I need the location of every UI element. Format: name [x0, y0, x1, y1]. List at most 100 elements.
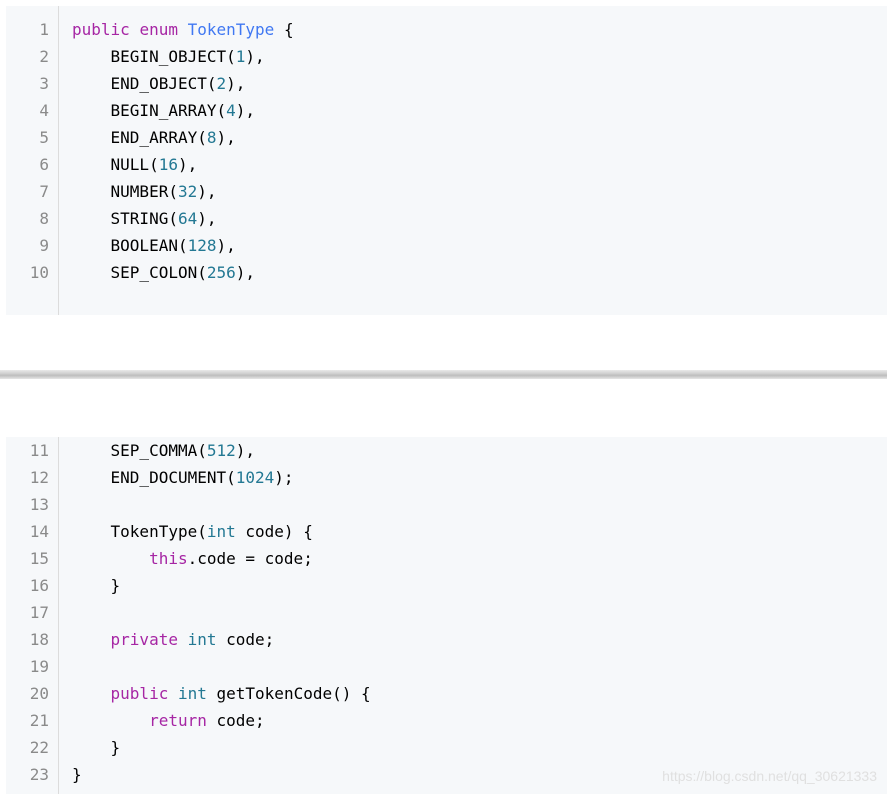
code-token: END_OBJECT(	[110, 74, 217, 93]
line-number: 1	[39, 20, 49, 39]
code-token: code;	[206, 711, 265, 730]
code-token: }	[110, 738, 121, 757]
code-token: END_ARRAY(	[110, 128, 207, 147]
code-line: 9 BOOLEAN(128),	[6, 232, 887, 259]
code-line: 8 STRING(64),	[6, 205, 887, 232]
code-text: END_DOCUMENT(1024);	[72, 464, 294, 491]
code-token: ),	[235, 263, 256, 282]
code-text: END_ARRAY(8),	[72, 124, 236, 151]
code-text: }	[72, 761, 82, 788]
code-line: 15 this.code = code;	[6, 545, 887, 572]
line-number: 11	[29, 441, 49, 460]
watermark: https://blog.csdn.net/qq_30621333	[662, 768, 877, 784]
code-token: ),	[226, 74, 246, 93]
code-text: BOOLEAN(128),	[72, 232, 236, 259]
code-line: 13	[6, 491, 887, 518]
code-token: int	[187, 630, 217, 649]
line-number: 16	[29, 576, 49, 595]
code-block-1: 1 public enum TokenType {2 BEGIN_OBJECT(1…	[6, 6, 887, 315]
code-token: STRING(	[110, 209, 178, 228]
code-text: SEP_COMMA(512),	[72, 437, 256, 464]
code-token: return	[149, 711, 207, 730]
line-number: 10	[29, 263, 49, 282]
code-token: 8	[206, 128, 217, 147]
code-token: 1	[235, 47, 246, 66]
code-text: }	[72, 734, 121, 761]
code-token: public	[110, 684, 169, 703]
line-number: 19	[29, 657, 49, 676]
code-token: 512	[206, 441, 236, 460]
code-text: this.code = code;	[72, 545, 313, 572]
code-text: TokenType(int code) {	[72, 518, 313, 545]
code-token: SEP_COMMA(	[110, 441, 207, 460]
code-line: 7 NUMBER(32),	[6, 178, 887, 205]
code-line: 18 private int code;	[6, 626, 887, 653]
line-number: 20	[29, 684, 49, 703]
code-line: 11 SEP_COMMA(512),	[6, 437, 887, 464]
line-number: 2	[39, 47, 49, 66]
code-line: 10 SEP_COLON(256),	[6, 259, 887, 286]
code-token: 1024	[235, 468, 275, 487]
code-text: BEGIN_OBJECT(1),	[72, 43, 265, 70]
code-token: ),	[235, 101, 256, 120]
code-line: 5 END_ARRAY(8),	[6, 124, 887, 151]
code-block-2: 11 SEP_COMMA(512), 12 END_DOCUMENT(1024);…	[6, 437, 887, 794]
line-number: 17	[29, 603, 49, 622]
code-line: 1 public enum TokenType {	[6, 16, 887, 43]
line-number: 3	[39, 74, 49, 93]
code-token: private	[110, 630, 178, 649]
code-token: NUMBER(	[110, 182, 178, 201]
code-lines: 11 SEP_COMMA(512), 12 END_DOCUMENT(1024);…	[6, 437, 887, 788]
line-number: 7	[39, 182, 49, 201]
code-token: code) {	[235, 522, 313, 541]
code-text: NULL(16),	[72, 151, 198, 178]
code-text: public int getTokenCode() {	[72, 680, 371, 707]
code-line: 14 TokenType(int code) {	[6, 518, 887, 545]
line-number: 8	[39, 209, 49, 228]
code-text: public enum TokenType {	[72, 16, 294, 43]
code-token: this	[149, 549, 188, 568]
code-text: STRING(64),	[72, 205, 217, 232]
code-token: ),	[216, 128, 236, 147]
code-token: enum	[139, 20, 178, 39]
code-token: 256	[206, 263, 236, 282]
line-number: 9	[39, 236, 49, 255]
code-line: 21 return code;	[6, 707, 887, 734]
code-token: {	[274, 20, 294, 39]
code-lines: 1 public enum TokenType {2 BEGIN_OBJECT(1…	[6, 16, 887, 286]
code-token: ),	[245, 47, 265, 66]
code-token: BEGIN_ARRAY(	[110, 101, 227, 120]
code-token: ),	[235, 441, 256, 460]
code-token: int	[206, 522, 236, 541]
code-text: return code;	[72, 707, 265, 734]
code-token: int	[177, 684, 207, 703]
line-number: 15	[29, 549, 49, 568]
code-line: 3 END_OBJECT(2),	[6, 70, 887, 97]
code-token: code;	[216, 630, 275, 649]
code-token: BEGIN_OBJECT(	[110, 47, 236, 66]
line-number: 4	[39, 101, 49, 120]
code-token: 2	[216, 74, 227, 93]
code-token: SEP_COLON(	[110, 263, 207, 282]
code-token: );	[274, 468, 294, 487]
code-token: END_DOCUMENT(	[110, 468, 236, 487]
code-token: getTokenCode() {	[206, 684, 371, 703]
